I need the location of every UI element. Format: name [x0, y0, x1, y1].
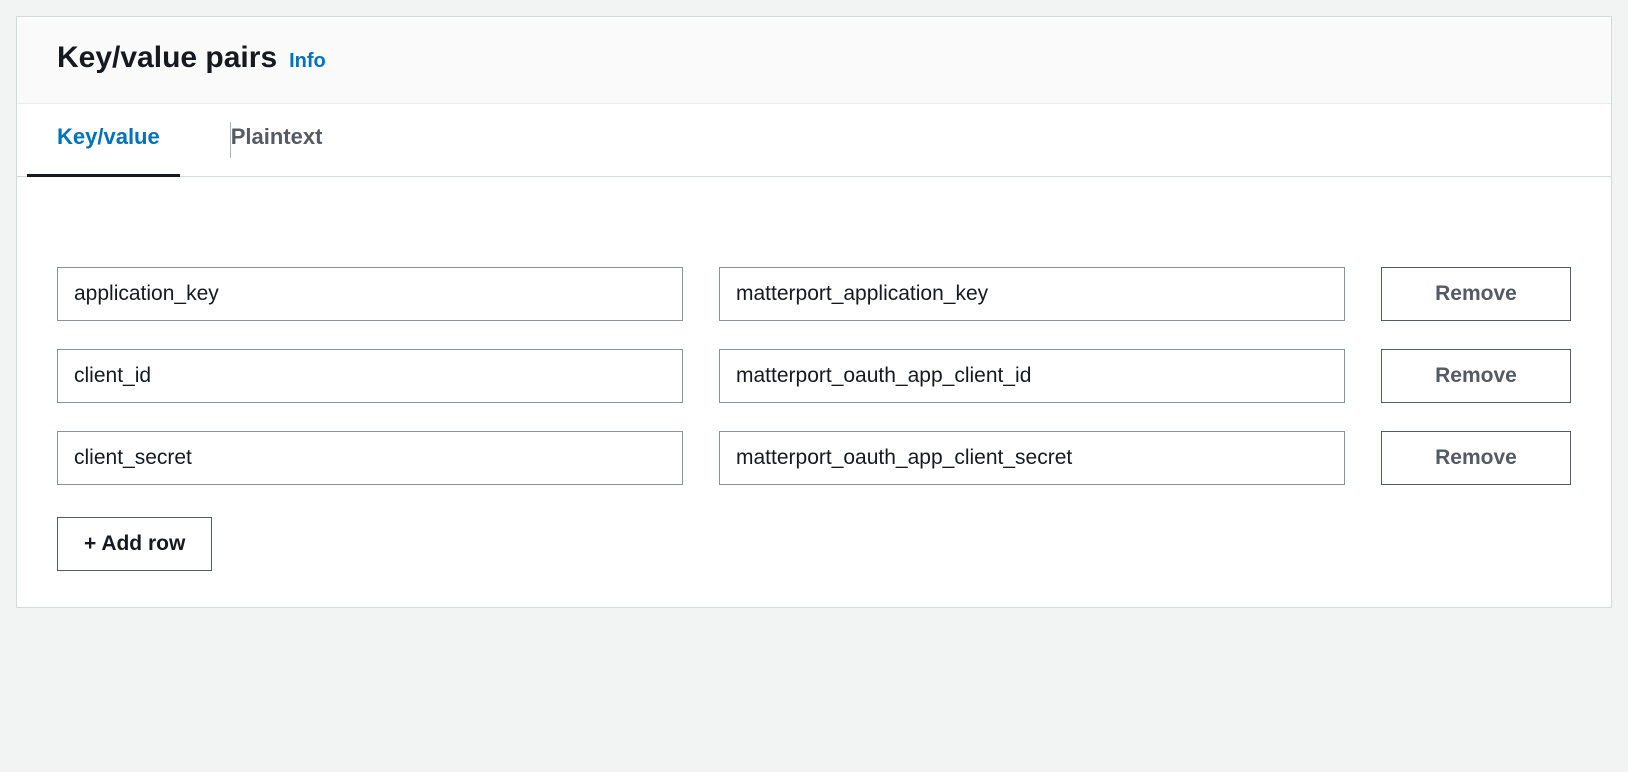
panel-title: Key/value pairs: [57, 41, 277, 75]
kv-row: Remove: [57, 431, 1571, 485]
kv-row: Remove: [57, 349, 1571, 403]
remove-button[interactable]: Remove: [1381, 431, 1571, 485]
value-input[interactable]: [719, 267, 1345, 321]
tab-plaintext[interactable]: Plaintext: [231, 104, 353, 176]
key-input[interactable]: [57, 349, 683, 403]
value-input[interactable]: [719, 349, 1345, 403]
value-input[interactable]: [719, 431, 1345, 485]
tab-key-value[interactable]: Key/value: [57, 104, 190, 176]
remove-button[interactable]: Remove: [1381, 349, 1571, 403]
kv-row: Remove: [57, 267, 1571, 321]
panel-body: Remove Remove Remove + Add row: [17, 177, 1611, 607]
key-input[interactable]: [57, 267, 683, 321]
add-row-button[interactable]: + Add row: [57, 517, 212, 571]
tabs-container: Key/value Plaintext: [17, 104, 1611, 177]
panel-header: Key/value pairs Info: [17, 17, 1611, 104]
key-value-panel: Key/value pairs Info Key/value Plaintext…: [16, 16, 1612, 608]
info-link[interactable]: Info: [289, 50, 326, 73]
key-input[interactable]: [57, 431, 683, 485]
remove-button[interactable]: Remove: [1381, 267, 1571, 321]
